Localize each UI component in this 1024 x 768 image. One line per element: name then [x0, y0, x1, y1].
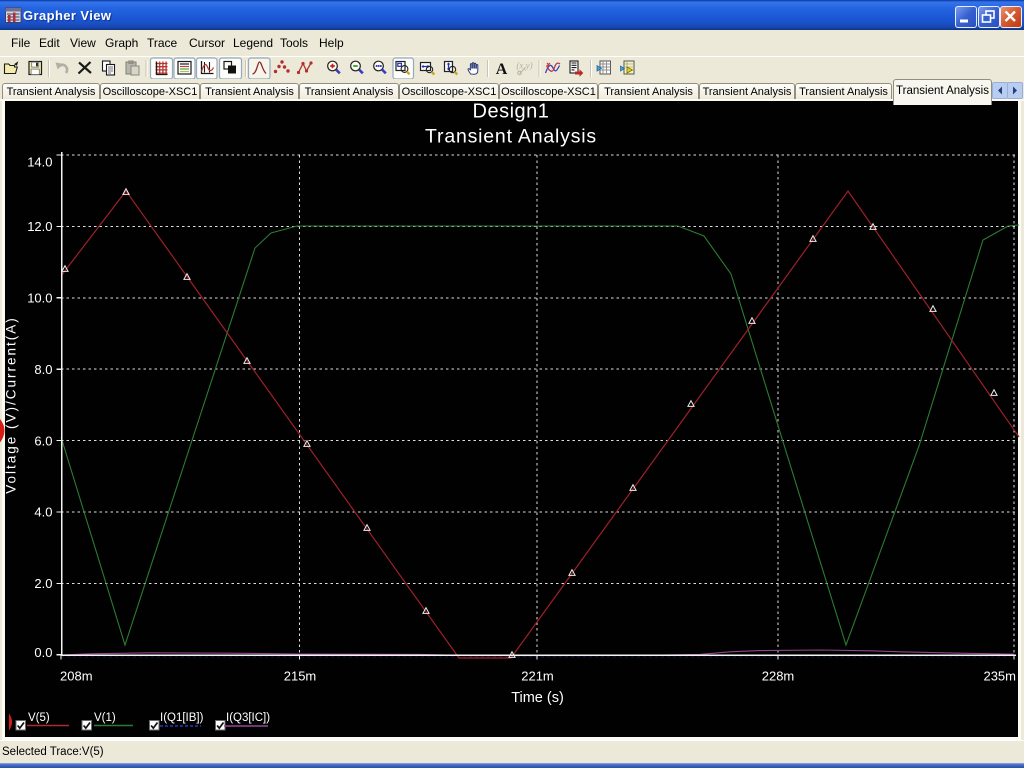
svg-text:Voltage (V)/Current(A): Voltage (V)/Current(A)	[4, 316, 19, 494]
svg-text:Time (s): Time (s)	[511, 690, 564, 706]
svg-text:Transient Analysis: Transient Analysis	[425, 126, 597, 148]
svg-text:10.0: 10.0	[27, 291, 52, 306]
svg-text:235m: 235m	[983, 669, 1016, 684]
svg-text:I(Q1[IB]): I(Q1[IB])	[160, 712, 204, 724]
svg-text:A: A	[496, 61, 508, 78]
svg-text:Design1: Design1	[473, 101, 550, 123]
svg-text:V(1): V(1)	[94, 712, 116, 724]
svg-text:4.0: 4.0	[34, 505, 52, 520]
svg-text:8.0: 8.0	[34, 362, 52, 377]
svg-text:215m: 215m	[284, 669, 317, 684]
svg-text:6.0: 6.0	[34, 433, 52, 448]
svg-text:208m: 208m	[60, 669, 93, 684]
svg-text:0.0: 0.0	[34, 645, 52, 660]
svg-text:V(5): V(5)	[28, 712, 50, 724]
svg-text:228m: 228m	[762, 669, 795, 684]
svg-text:14.0: 14.0	[27, 155, 52, 170]
svg-text:2.0: 2.0	[34, 576, 52, 591]
svg-text:221m: 221m	[521, 669, 554, 684]
svg-text:I(Q3[IC]): I(Q3[IC])	[226, 712, 270, 724]
svg-text:12.0: 12.0	[27, 219, 52, 234]
